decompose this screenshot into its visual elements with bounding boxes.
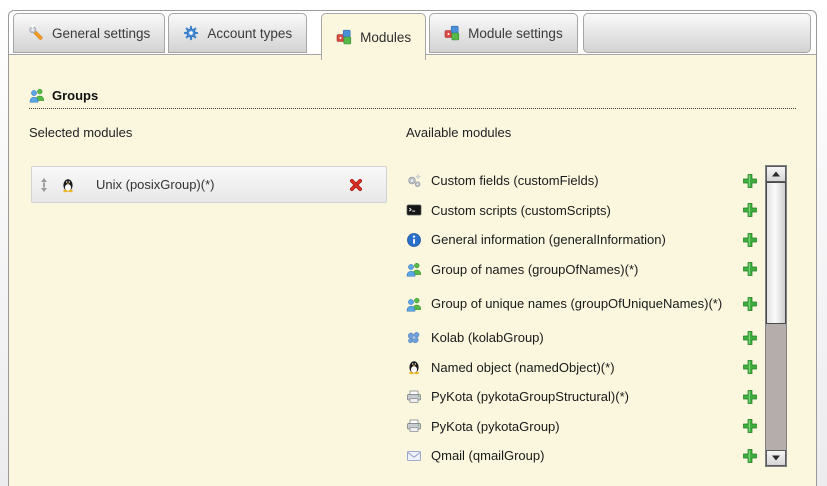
- groups-icon: [29, 87, 45, 103]
- add-module-button[interactable]: [742, 296, 758, 312]
- available-module-row: General information (generalInformation): [406, 225, 758, 255]
- groups-section-heading: Groups: [29, 87, 796, 109]
- add-module-button[interactable]: [742, 232, 758, 248]
- selected-modules-heading: Selected modules: [29, 125, 406, 140]
- info-icon: [406, 232, 422, 248]
- modules-icon: [444, 25, 460, 41]
- module-label: General information (generalInformation): [431, 232, 742, 247]
- add-plus-icon: [742, 232, 758, 248]
- group-icon: [406, 261, 422, 277]
- add-module-button[interactable]: [742, 418, 758, 434]
- available-module-row: Qmail (qmailGroup): [406, 441, 758, 471]
- add-module-button[interactable]: [742, 359, 758, 375]
- available-module-row: Custom scripts (customScripts): [406, 196, 758, 226]
- group-icon: [406, 296, 422, 312]
- tab-label: Account types: [207, 26, 292, 41]
- scroll-down-button[interactable]: [766, 450, 786, 466]
- delete-x-icon: [348, 177, 364, 193]
- available-modules-list: Custom fields (customFields): [406, 166, 758, 471]
- add-module-button[interactable]: [742, 173, 758, 189]
- terminal-icon: [406, 202, 422, 218]
- available-module-row: Kolab (kolabGroup): [406, 323, 758, 353]
- kolab-icon: [406, 330, 422, 346]
- triangle-down-icon: [772, 456, 780, 461]
- module-label: Named object (namedObject)(*): [431, 360, 742, 375]
- available-module-row: PyKota (pykotaGroupStructural)(*): [406, 382, 758, 412]
- wrench-icon: [28, 25, 44, 41]
- add-module-button[interactable]: [742, 448, 758, 464]
- config-window: General settings Account types: [8, 10, 817, 486]
- module-label: Custom scripts (customScripts): [431, 203, 742, 218]
- add-plus-icon: [742, 202, 758, 218]
- add-plus-icon: [742, 261, 758, 277]
- tab-bar: General settings Account types: [9, 11, 816, 54]
- available-module-row: Group of unique names (groupOfUniqueName…: [406, 284, 758, 323]
- available-module-row: PyKota (pykotaGroup): [406, 412, 758, 442]
- tab-label: Module settings: [468, 26, 563, 41]
- add-plus-icon: [742, 389, 758, 405]
- module-label: PyKota (pykotaGroupStructural)(*): [431, 389, 742, 404]
- add-module-button[interactable]: [742, 389, 758, 405]
- available-module-row: Group of names (groupOfNames)(*): [406, 255, 758, 285]
- module-label: Kolab (kolabGroup): [431, 330, 742, 345]
- scrollbar-thumb[interactable]: [766, 182, 786, 324]
- selected-module-label: Unix (posixGroup)(*): [96, 177, 214, 192]
- available-modules-scrollbar[interactable]: [765, 165, 787, 467]
- printer-icon: [406, 389, 422, 405]
- printer-icon: [406, 418, 422, 434]
- add-module-button[interactable]: [742, 330, 758, 346]
- module-label: Group of unique names (groupOfUniqueName…: [431, 296, 742, 311]
- drag-handle-icon[interactable]: [40, 178, 48, 192]
- selected-modules-column: Selected modules: [29, 125, 406, 471]
- available-modules-column: Available modules: [406, 125, 796, 471]
- triangle-up-icon: [772, 172, 780, 177]
- tab-label: General settings: [52, 26, 150, 41]
- add-plus-icon: [742, 330, 758, 346]
- tab-label: Modules: [360, 30, 411, 45]
- module-label: Custom fields (customFields): [431, 173, 742, 188]
- tab-modules[interactable]: Modules: [321, 13, 426, 60]
- section-title: Groups: [52, 88, 98, 103]
- mail-icon: [406, 448, 422, 464]
- modules-panel: Groups Selected modules: [9, 54, 816, 486]
- module-label: Qmail (qmailGroup): [431, 448, 742, 463]
- selected-module-row[interactable]: Unix (posixGroup)(*): [31, 166, 387, 203]
- gears-icon: [406, 173, 422, 189]
- tux-icon: [406, 359, 422, 375]
- module-label: PyKota (pykotaGroup): [431, 419, 742, 434]
- add-module-button[interactable]: [742, 261, 758, 277]
- tab-bar-filler: [583, 13, 811, 53]
- add-plus-icon: [742, 173, 758, 189]
- available-modules-heading: Available modules: [406, 125, 796, 140]
- tab-module-settings[interactable]: Module settings: [429, 13, 578, 53]
- module-label: Group of names (groupOfNames)(*): [431, 262, 742, 277]
- scroll-up-button[interactable]: [766, 166, 786, 182]
- add-plus-icon: [742, 296, 758, 312]
- remove-module-button[interactable]: [348, 177, 364, 193]
- available-module-row: Named object (namedObject)(*): [406, 353, 758, 383]
- modules-icon: [336, 29, 352, 45]
- tab-general-settings[interactable]: General settings: [13, 13, 165, 53]
- add-plus-icon: [742, 418, 758, 434]
- gear-icon: [183, 25, 199, 41]
- tux-icon: [60, 177, 76, 193]
- add-module-button[interactable]: [742, 202, 758, 218]
- add-plus-icon: [742, 448, 758, 464]
- available-module-row: Custom fields (customFields): [406, 166, 758, 196]
- add-plus-icon: [742, 359, 758, 375]
- tab-account-types[interactable]: Account types: [168, 13, 307, 53]
